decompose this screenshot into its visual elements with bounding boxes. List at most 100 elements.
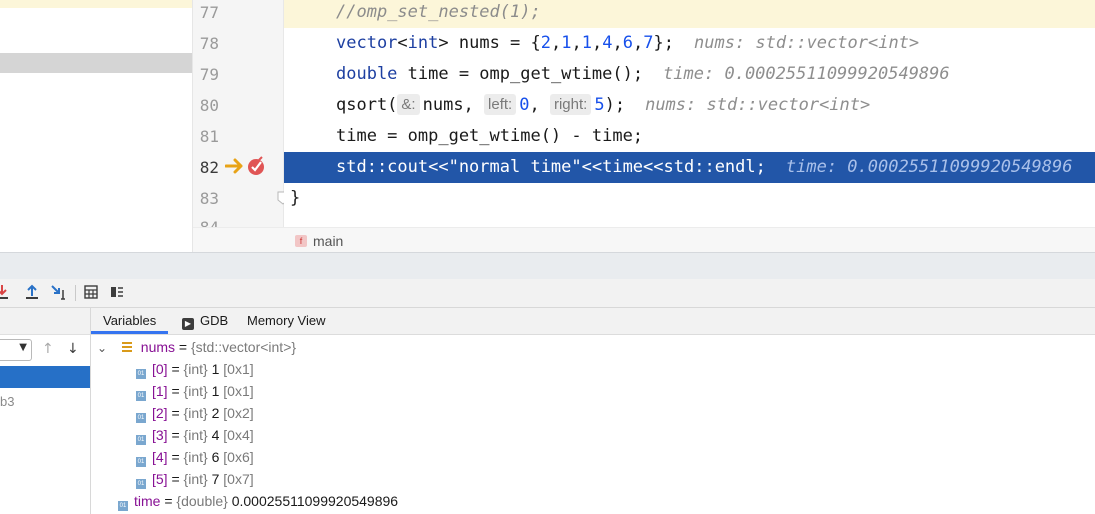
param-hint: &: (397, 94, 420, 115)
variable-row-item[interactable]: 01 [3] = {int} 4 [0x4] (136, 425, 254, 445)
variable-name: [1] (152, 383, 168, 399)
code-text: > nums = { (438, 33, 541, 53)
variable-type: {int} (183, 383, 208, 399)
code-text: }; (653, 33, 674, 53)
chevron-down-icon: ▼ (19, 342, 27, 353)
frames-panel: ▼ ↑ ↓ b3 (0, 308, 91, 514)
frame-item-selected[interactable] (0, 366, 90, 388)
code-number: 1 (561, 33, 572, 53)
variable-type: {int} (183, 427, 208, 443)
code-line-81[interactable]: time = omp_get_wtime() - time; (284, 121, 1095, 152)
code-line-80[interactable]: qsort(&: nums, left: 0, right: 5); nums: std… (284, 90, 1095, 121)
variable-type: {std::vector<int>} (190, 339, 297, 355)
variable-row-item[interactable]: 01 [4] = {int} 6 [0x6] (136, 447, 254, 467)
breadcrumb: f main (193, 227, 1095, 253)
variable-hex: [0x2] (223, 405, 254, 421)
tab-variables[interactable]: Variables (91, 308, 169, 334)
code-editor[interactable]: //omp_set_nested(1); vector<int> nums = … (284, 0, 1095, 227)
variable-row-item[interactable]: 01 [0] = {int} 1 [0x1] (136, 359, 254, 379)
field-icon: 01 (118, 501, 128, 511)
code-keyword: vector (336, 33, 398, 53)
variable-type: {int} (183, 471, 208, 487)
tab-gdb-label: GDB (200, 313, 229, 328)
variable-value: 0.00025511099920549896 (231, 493, 399, 509)
variable-hex: [0x7] (223, 471, 254, 487)
variable-row-nums[interactable]: ⌄ nums = {std::vector<int>} (97, 337, 296, 357)
variable-hex: [0x4] (223, 427, 254, 443)
variable-type: {double} (176, 493, 228, 509)
variable-row-item[interactable]: 01 [5] = {int} 7 [0x7] (136, 469, 254, 489)
evaluate-expression-icon[interactable] (84, 285, 98, 299)
code-text: } (290, 188, 301, 208)
code-line-77[interactable]: //omp_set_nested(1); (284, 0, 1095, 28)
previous-frame-icon[interactable]: ↑ (42, 341, 54, 357)
inline-value-hint: time: 0.00025511099920549896 (663, 64, 950, 84)
variable-hex: [0x1] (223, 383, 254, 399)
code-line-79[interactable]: double time = omp_get_wtime(); time: 0.00… (284, 59, 1095, 90)
code-line-83[interactable]: } (284, 183, 1095, 214)
inline-value-hint: time: 0.00025511099920549896 (785, 157, 1073, 177)
toolbar-separator (75, 285, 76, 301)
code-keyword: double (336, 64, 398, 84)
line-number: 84 (193, 218, 219, 227)
next-frame-icon[interactable]: ↓ (67, 341, 79, 357)
code-line-78[interactable]: vector<int> nums = {2,1,1,4,6,7}; nums: s… (284, 28, 1095, 59)
code-text: //omp_set_nested(1); (336, 2, 541, 22)
code-number: 2 (540, 33, 551, 53)
line-number-current: 82 (193, 158, 219, 177)
tab-memory-view[interactable]: Memory View (247, 308, 326, 334)
step-out-icon[interactable] (24, 284, 40, 300)
variable-value: 7 (211, 471, 220, 487)
line-number: 81 (199, 127, 219, 146)
code-text: time = omp_get_wtime() - time; (336, 126, 644, 146)
field-icon: 01 (136, 369, 146, 379)
run-to-cursor-icon[interactable] (50, 284, 68, 302)
line-number: 83 (199, 189, 219, 208)
debug-tabs: Variables ▶ GDB Memory View (91, 308, 1095, 335)
variable-hex: [0x1] (223, 361, 254, 377)
variable-value: 4 (211, 427, 220, 443)
variable-name: [4] (152, 449, 168, 465)
project-selected-row[interactable] (0, 53, 192, 73)
inline-value-hint: nums: std::vector<int> (645, 95, 871, 115)
frames-header (0, 308, 90, 335)
project-row[interactable] (0, 0, 192, 8)
field-icon: 01 (136, 413, 146, 423)
step-into-icon[interactable] (0, 284, 12, 300)
variables-panel: Variables ▶ GDB Memory View ⌄ nums = {std… (91, 308, 1095, 514)
breakpoint-icon[interactable] (247, 156, 267, 176)
code-text: nums, (422, 95, 474, 115)
variable-value: 6 (211, 449, 220, 465)
field-icon: 01 (136, 457, 146, 467)
line-number: 80 (199, 96, 219, 115)
frame-item[interactable]: b3 (0, 394, 14, 409)
variable-row-item[interactable]: 01 [2] = {int} 2 [0x2] (136, 403, 254, 423)
breadcrumb-item-main[interactable]: main (313, 233, 343, 249)
layout-icon[interactable] (110, 285, 124, 299)
param-hint: left: (484, 94, 517, 115)
variable-row-item[interactable]: 01 [1] = {int} 1 [0x1] (136, 381, 254, 401)
code-text: , (529, 95, 540, 115)
code-keyword: int (407, 33, 439, 53)
variable-row-time[interactable]: 01 time = {double} 0.00025511099920549896 (118, 491, 398, 511)
code-line-82-execution[interactable]: std::cout<<"normal time"<<time<<std::end… (284, 152, 1095, 183)
editor-gutter: 77 78 79 80 81 82 83 84 (193, 0, 289, 227)
chevron-down-icon[interactable]: ⌄ (97, 338, 109, 358)
variable-type: {int} (183, 449, 208, 465)
thread-select[interactable]: ▼ (0, 339, 32, 361)
tab-gdb[interactable]: ▶ GDB (182, 308, 228, 334)
code-number: 4 (602, 33, 613, 53)
variable-name: [2] (152, 405, 168, 421)
console-icon: ▶ (182, 318, 194, 330)
variable-name: nums (140, 339, 176, 355)
variable-name: [5] (152, 471, 168, 487)
code-text: qsort( (336, 95, 398, 115)
variable-type: {int} (183, 361, 208, 377)
field-icon: 01 (136, 391, 146, 401)
variable-name: [0] (152, 361, 168, 377)
variable-value: 2 (211, 405, 220, 421)
param-hint: right: (549, 94, 592, 115)
line-number: 79 (199, 65, 219, 84)
variable-value: 1 (211, 383, 220, 399)
debug-toolbar (0, 279, 1095, 308)
